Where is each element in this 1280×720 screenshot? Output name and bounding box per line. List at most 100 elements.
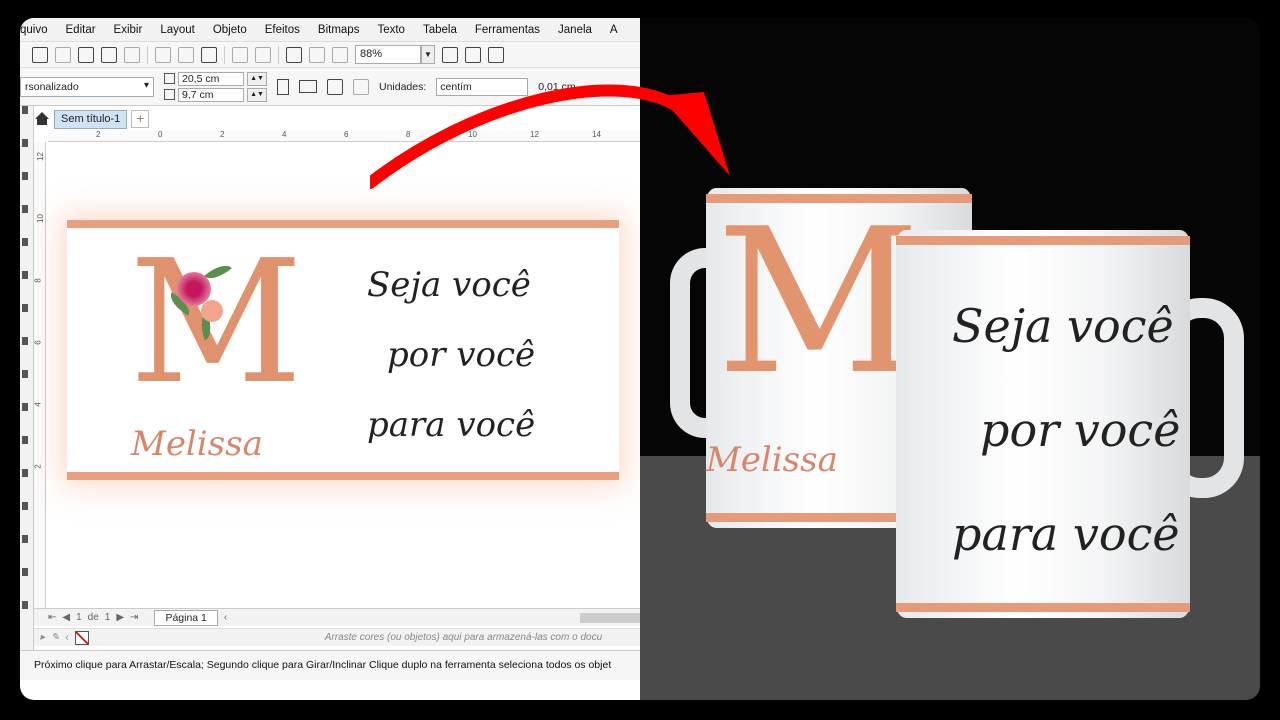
mug-wrap-design[interactable]: M Melissa Seja você por você para você [67, 220, 619, 480]
menu-texto[interactable]: Texto [368, 24, 414, 36]
expand-palette-icon[interactable]: ▸ [40, 632, 45, 643]
landscape-orientation-button[interactable] [299, 80, 317, 93]
name-text: Melissa [131, 424, 263, 464]
ruler-tick-label: 2 [33, 464, 43, 469]
tab-pagina-1[interactable]: Página 1 [154, 609, 218, 626]
import-icon[interactable] [286, 46, 302, 63]
cloud-upload-icon[interactable] [101, 46, 117, 63]
undo-icon[interactable] [232, 46, 248, 63]
ruler-tick-label: 10 [35, 214, 45, 223]
shape-tool-icon[interactable] [22, 139, 28, 147]
crop-tool-icon[interactable] [22, 172, 28, 180]
menu-arquivo[interactable]: quivo [20, 24, 57, 36]
tab-sem-titulo-1[interactable]: Sem título-1 [54, 109, 128, 129]
palette-hint: Arraste cores (ou objetos) aqui para arm… [324, 632, 603, 643]
prev-page-icon[interactable]: ◀ [62, 612, 70, 623]
horizontal-scrollbar[interactable] [580, 613, 640, 623]
mug-rim-glitter [896, 603, 1190, 612]
toolbox [20, 106, 34, 672]
pick-tool-icon[interactable] [22, 106, 28, 114]
export-icon[interactable] [309, 46, 325, 63]
freehand-tool-icon[interactable] [22, 238, 28, 246]
ellipse-tool-icon[interactable] [22, 337, 28, 345]
height-stepper[interactable]: ▲▼ [247, 87, 267, 102]
mug-quote-line: Seja você [952, 299, 1174, 353]
connector-tool-icon[interactable] [22, 469, 28, 477]
menu-bar: quivo Editar Exibir Layout Objeto Efeito… [20, 18, 640, 42]
text-tool-icon[interactable] [22, 403, 28, 411]
last-page-icon[interactable]: ⇥ [130, 612, 138, 623]
add-tab-button[interactable]: + [131, 110, 150, 128]
interactive-fill-tool-icon[interactable] [22, 601, 28, 609]
paste-icon[interactable] [201, 46, 217, 63]
mug-quote-text: Seja você por você para você [952, 274, 1180, 586]
ruler-tick-label: 6 [344, 130, 349, 139]
menu-efeitos[interactable]: Efeitos [256, 24, 309, 36]
page-of-label: de [87, 612, 99, 623]
polygon-tool-icon[interactable] [22, 370, 28, 378]
quote-line: para você [367, 405, 536, 445]
status-bar: Próximo clique para Arrastar/Escala; Seg… [20, 650, 640, 680]
menu-layout[interactable]: Layout [151, 24, 204, 36]
redo-icon[interactable] [255, 46, 271, 63]
menu-tabela[interactable]: Tabela [414, 24, 466, 36]
eyedropper-icon[interactable]: ✎ [51, 632, 59, 643]
toolbar-divider [278, 45, 279, 64]
current-page-icon[interactable] [353, 78, 369, 95]
menu-objeto[interactable]: Objeto [204, 24, 256, 36]
menu-editar[interactable]: Editar [57, 24, 105, 36]
home-icon[interactable] [34, 112, 50, 126]
vertical-ruler[interactable]: 12 10 8 6 4 2 [34, 142, 46, 608]
document-tabs: Sem título-1 + [34, 108, 150, 130]
menu-exibir[interactable]: Exibir [105, 24, 152, 36]
open-folder-icon[interactable] [32, 46, 48, 63]
height-icon [164, 89, 175, 100]
width-stepper[interactable]: ▲▼ [247, 71, 267, 86]
artistic-media-tool-icon[interactable] [22, 271, 28, 279]
parallel-dimension-tool-icon[interactable] [22, 436, 28, 444]
ruler-tick-label: 4 [33, 402, 43, 407]
menu-bitmaps[interactable]: Bitmaps [309, 24, 369, 36]
scroll-left-icon[interactable]: ‹ [224, 612, 227, 623]
no-color-swatch[interactable] [74, 630, 89, 645]
first-page-icon[interactable]: ⇤ [48, 612, 56, 623]
ruler-tick-label: 0 [158, 130, 163, 139]
zoom-tool-icon[interactable] [22, 205, 28, 213]
drop-shadow-tool-icon[interactable] [22, 502, 28, 510]
rectangle-tool-icon[interactable] [22, 304, 28, 312]
ruler-tick-label: 4 [282, 130, 287, 139]
copy-icon[interactable] [178, 46, 194, 63]
page-navigator: ⇤ ◀ 1 de 1 ▶ ⇥ Página 1 ‹ [34, 608, 640, 626]
menu-janela[interactable]: Janela [549, 24, 601, 36]
toolbar-divider [147, 45, 148, 64]
page-height-field[interactable]: 9,7 cm [178, 87, 244, 102]
menu-ferramentas[interactable]: Ferramentas [466, 24, 549, 36]
ruler-tick-label: 2 [96, 130, 101, 139]
all-pages-icon[interactable] [327, 78, 343, 95]
scroll-palette-icon[interactable]: ‹ [65, 632, 68, 643]
next-page-icon[interactable]: ▶ [116, 612, 124, 623]
current-page-number: 1 [76, 612, 82, 623]
mug-quote-line: para você [952, 507, 1180, 561]
transparency-tool-icon[interactable] [22, 535, 28, 543]
pdf-icon[interactable] [332, 46, 348, 63]
page-width-field[interactable]: 20,5 cm [178, 71, 244, 86]
mug-back: Seja você por você para você [896, 230, 1190, 618]
cloud-download-icon[interactable] [78, 46, 94, 63]
save-icon[interactable] [55, 46, 71, 63]
ruler-tick-label: 2 [220, 130, 225, 139]
mug-monogram: M [716, 186, 921, 419]
toolbar-divider [224, 45, 225, 64]
page-dimensions: 20,5 cm ▲▼ 9,7 cm ▲▼ [164, 71, 267, 102]
mug-rim-glitter [896, 236, 1190, 245]
portrait-orientation-button[interactable] [277, 78, 289, 95]
document-palette: ▸ ✎ ‹ Arraste cores (ou objetos) aqui pa… [34, 628, 640, 646]
cut-icon[interactable] [155, 46, 171, 63]
eyedropper-tool-icon[interactable] [22, 568, 28, 576]
ruler-tick-label: 12 [35, 152, 45, 161]
page-size-preset-select[interactable]: rsonalizado [20, 76, 154, 97]
quote-text: Seja você por você para você [367, 250, 535, 460]
ruler-tick-label: 8 [33, 278, 43, 283]
print-icon[interactable] [124, 46, 140, 63]
menu-ajuda[interactable]: A [601, 24, 627, 36]
